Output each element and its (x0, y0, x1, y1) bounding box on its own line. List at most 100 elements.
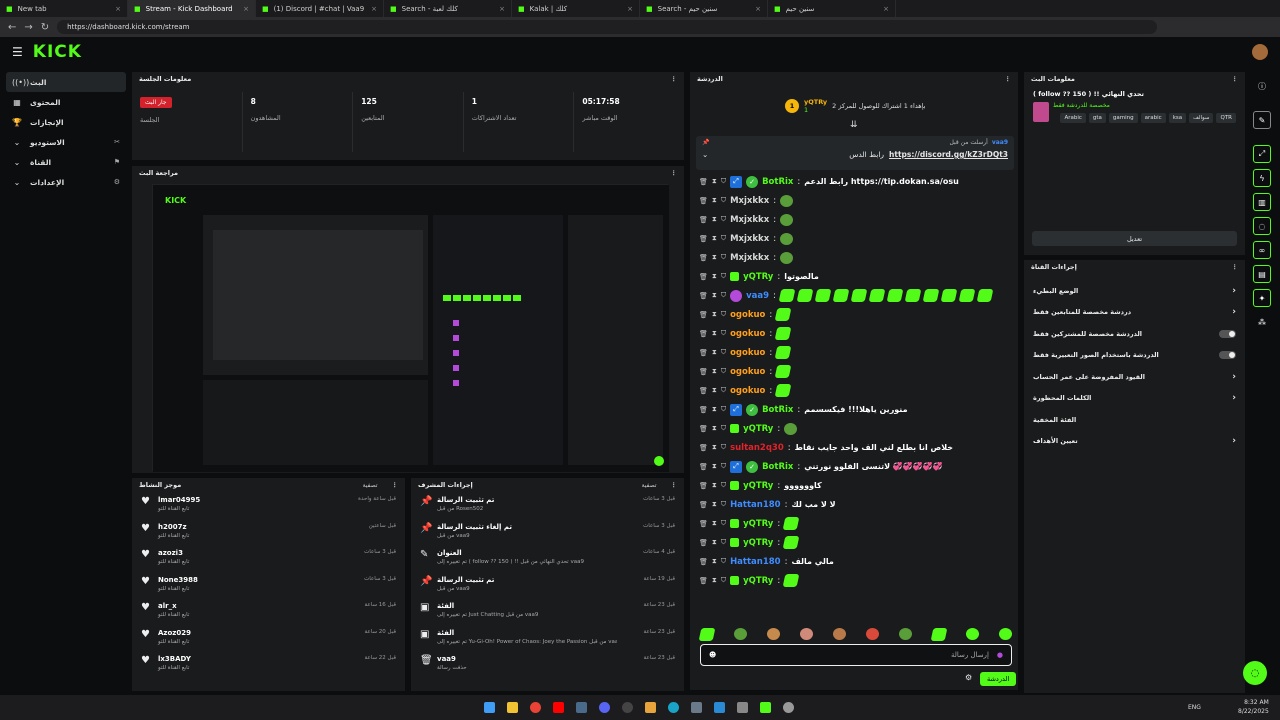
top-gifter-name[interactable]: yQTRy (804, 98, 827, 106)
forward-icon[interactable]: → (24, 22, 32, 33)
channel-action-item[interactable]: الوضع البطيء › (1024, 280, 1245, 302)
chat-username[interactable]: BotRix (762, 177, 793, 187)
timeout-icon[interactable]: ⧗ (712, 576, 717, 585)
ban-icon[interactable]: ⛉ (721, 519, 726, 528)
pinned-link[interactable]: https://discord.gg/kZ3rDQt3 (889, 150, 1008, 159)
language-indicator[interactable]: ENG (1188, 704, 1201, 711)
layout-icon[interactable]: ▤ (1253, 265, 1271, 283)
chat-username[interactable]: ogokuo (730, 386, 765, 396)
ban-icon[interactable]: ⛉ (721, 500, 726, 509)
ban-icon[interactable]: ⛉ (721, 253, 726, 262)
delete-icon[interactable]: 🗑 (699, 216, 708, 224)
channel-action-item[interactable]: الكلمات المحظورة › (1024, 388, 1245, 410)
ban-icon[interactable]: ⛉ (721, 272, 726, 281)
ban-icon[interactable]: ⛉ (721, 291, 726, 300)
ban-icon[interactable]: ⛉ (721, 348, 726, 357)
stream-video-player[interactable]: KICK (152, 184, 669, 472)
ban-icon[interactable]: ⛉ (721, 462, 726, 471)
obs-icon[interactable] (622, 702, 633, 713)
avatar[interactable] (1252, 44, 1268, 60)
timeout-icon[interactable]: ⧗ (712, 291, 717, 300)
kick-app-icon[interactable] (760, 702, 771, 713)
more-options-icon[interactable]: ⋮ (671, 481, 678, 489)
timeout-icon[interactable]: ⧗ (712, 177, 717, 186)
channel-action-item[interactable]: تعيين الأهداف › (1024, 431, 1245, 453)
category-name[interactable]: مخصصة للدردشة فقط (1053, 102, 1236, 109)
chat-username[interactable]: BotRix (762, 462, 793, 472)
bolt-icon[interactable]: ϟ (1253, 169, 1271, 187)
delete-icon[interactable]: 🗑 (699, 501, 708, 509)
delete-icon[interactable]: 🗑 (699, 235, 708, 243)
follower-name[interactable]: Azoz029 (158, 629, 191, 637)
delete-icon[interactable]: 🗑 (699, 463, 708, 471)
ban-icon[interactable]: ⛉ (721, 576, 726, 585)
channel-action-item[interactable]: الدردشة مخصصة للمشتركين فقط (1024, 323, 1245, 345)
more-options-icon[interactable]: ⋮ (392, 481, 399, 489)
ban-icon[interactable]: ⛉ (721, 481, 726, 490)
emote-frog-icon[interactable] (866, 628, 879, 640)
follower-name[interactable]: lx3BADY (158, 655, 191, 663)
sidebar-item[interactable]: ⌄ الاستوديو ✂ (6, 132, 126, 152)
more-options-icon[interactable]: ⋮ (671, 169, 678, 177)
delete-icon[interactable]: 🗑 (699, 425, 708, 433)
chat-username[interactable]: Hattan180 (730, 557, 781, 567)
file-explorer-icon[interactable] (507, 702, 518, 713)
close-tab-icon[interactable]: × (883, 5, 889, 13)
delete-icon[interactable]: 🗑 (699, 577, 708, 585)
emote-frog-icon[interactable] (899, 628, 912, 640)
delete-icon[interactable]: 🗑 (699, 520, 708, 528)
expand-icon[interactable]: ⤢ (1253, 145, 1271, 163)
app-icon[interactable] (737, 702, 748, 713)
delete-icon[interactable]: 🗑 (699, 178, 708, 186)
delete-icon[interactable]: 🗑 (699, 311, 708, 319)
chevron-down-icon[interactable]: ⌄ (702, 150, 708, 159)
timeout-icon[interactable]: ⧗ (712, 253, 717, 262)
clock-time[interactable]: 8:32 AM (1238, 698, 1269, 707)
delete-icon[interactable]: 🗑 (699, 539, 708, 547)
chat-username[interactable]: Hattan180 (730, 500, 781, 510)
vpn-icon[interactable] (691, 702, 702, 713)
emote-frog-icon[interactable] (800, 628, 813, 640)
follower-name[interactable]: lmar04995 (158, 496, 200, 504)
ban-icon[interactable]: ⛉ (721, 367, 726, 376)
chat-username[interactable]: ogokuo (730, 348, 765, 358)
sidebar-item[interactable]: ⌄ الإعدادات ⚙ (6, 172, 126, 192)
stream-tag[interactable]: QTR (1216, 113, 1236, 123)
timeout-icon[interactable]: ⧗ (712, 405, 717, 414)
sidebar-item[interactable]: 🏆 الإنجازات (6, 112, 126, 132)
pin-icon[interactable]: 📌 (702, 139, 709, 146)
sidebar-item[interactable]: ⌄ القناة ⚑ (6, 152, 126, 172)
chat-input[interactable]: ☻ إرسال رسالة ● (700, 644, 1012, 666)
discord-icon[interactable] (599, 702, 610, 713)
chat-username[interactable]: yQTRy (743, 538, 773, 548)
link-icon[interactable]: ∞ (1253, 241, 1271, 259)
chat-username[interactable]: sultan2q30 (730, 443, 784, 453)
chat-username[interactable]: yQTRy (743, 519, 773, 529)
ban-icon[interactable]: ⛉ (721, 386, 726, 395)
follower-name[interactable]: azozi3 (158, 549, 189, 557)
back-icon[interactable]: ← (8, 22, 16, 33)
timeout-icon[interactable]: ⧗ (712, 367, 717, 376)
timeout-icon[interactable]: ⧗ (712, 443, 717, 452)
delete-icon[interactable]: 🗑 (699, 482, 708, 490)
stream-tag[interactable]: gta (1088, 113, 1106, 123)
follower-name[interactable]: None3988 (158, 576, 198, 584)
filter-button[interactable]: تصفية (642, 482, 657, 489)
collapse-icon[interactable]: ⇊ (850, 120, 858, 130)
wrench-icon[interactable]: ✦ (1253, 289, 1271, 307)
emote-frog-icon[interactable] (833, 628, 846, 640)
edit-button[interactable]: تعديل (1032, 231, 1237, 246)
timeout-icon[interactable]: ⧗ (712, 519, 717, 528)
emote-kick-icon[interactable] (930, 628, 948, 641)
chat-username[interactable]: Mxjxkkx (730, 253, 769, 263)
chat-username[interactable]: yQTRy (743, 272, 773, 282)
more-options-icon[interactable]: ⋮ (1005, 75, 1012, 83)
ban-icon[interactable]: ⛉ (721, 215, 726, 224)
url-field[interactable]: https://dashboard.kick.com/stream (57, 20, 1158, 34)
youtube-icon[interactable] (553, 702, 564, 713)
emote-frog-icon[interactable] (734, 628, 747, 640)
settings-icon[interactable]: ⚙ (965, 673, 972, 682)
chevron-right-icon[interactable]: › (1232, 393, 1236, 403)
close-tab-icon[interactable]: × (627, 5, 633, 13)
ban-icon[interactable]: ⛉ (721, 405, 726, 414)
